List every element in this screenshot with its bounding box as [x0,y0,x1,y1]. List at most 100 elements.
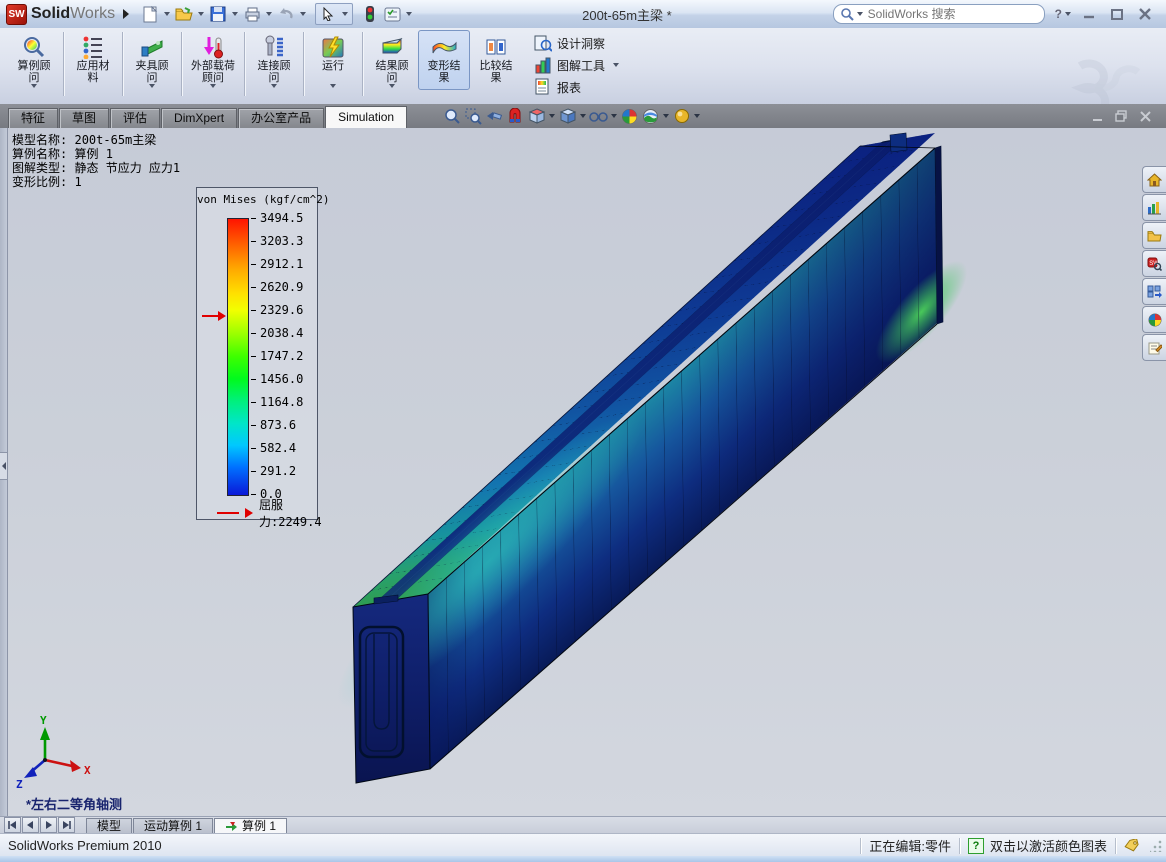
tab-model[interactable]: 模型 [86,818,132,834]
section-view-icon[interactable] [506,107,525,126]
file-explorer-button[interactable] [1142,222,1166,249]
external-loads-caret-icon[interactable] [210,84,216,88]
options-list-icon[interactable] [382,4,402,24]
connections-advisor-caret-icon[interactable] [271,84,277,88]
rebuild-traffic-light-icon[interactable] [360,4,380,24]
previous-view-icon[interactable] [485,107,504,126]
apply-scene-caret-icon[interactable] [663,114,669,118]
view-orientation-icon[interactable] [527,107,546,126]
legend-colorbar[interactable] [227,218,249,496]
print-dropdown-caret-icon[interactable] [266,12,272,16]
legend-tick: 1164.8 [260,395,303,409]
beam-front-face[interactable] [353,594,430,783]
display-style-icon[interactable] [558,107,577,126]
save-icon[interactable] [208,4,228,24]
task-pane-tabs: SW [1142,166,1166,362]
undo-icon[interactable] [276,4,296,24]
appearances-scenes-button[interactable] [1142,306,1166,333]
maximize-button[interactable] [1104,5,1130,23]
solidworks-logo-icon[interactable]: SW [6,4,27,25]
menu-expand-icon[interactable] [123,9,129,19]
study-advisor-button[interactable]: 算例顾问 [8,30,60,90]
view-settings-icon[interactable] [672,107,691,126]
zoom-area-icon[interactable] [464,107,483,126]
report-button[interactable]: 报表 [530,76,626,98]
connections-advisor-button[interactable]: 连接顾问 [248,30,300,90]
apply-material-button[interactable]: 应用材料 [67,30,119,90]
fixtures-advisor-caret-icon[interactable] [149,84,155,88]
doc-close-button[interactable] [1134,107,1156,125]
design-library-button[interactable] [1142,194,1166,221]
yield-marker-arrow-icon [202,311,226,321]
view-orientation-caret-icon[interactable] [549,114,555,118]
plot-tools-button[interactable]: 图解工具 [530,54,626,76]
external-loads-advisor-button[interactable]: 外部载荷顾问 [185,30,241,90]
view-palette-button[interactable] [1142,278,1166,305]
design-insight-button[interactable]: 设计洞察 [530,32,626,54]
options-dropdown-caret-icon[interactable] [406,12,412,16]
tab-sketch[interactable]: 草图 [59,108,109,128]
tab-simulation[interactable]: Simulation [325,106,407,128]
display-style-caret-icon[interactable] [580,114,586,118]
graphics-viewport[interactable]: Y X Z 模型名称: 200t-65m主梁 算例名称: 算例 1 图解类型: … [0,128,1166,816]
doc-minimize-button[interactable] [1086,107,1108,125]
search-box[interactable] [833,4,1045,24]
plot-tools-caret-icon[interactable] [613,63,619,67]
minimize-button[interactable] [1076,5,1102,23]
results-advisor-button[interactable]: 结果顾问 [366,30,418,90]
legend-tick: 2329.6 [260,303,303,317]
search-scope-caret-icon[interactable] [857,12,863,16]
close-button[interactable] [1132,5,1158,23]
tab-study-1[interactable]: 算例 1 [214,818,287,834]
open-dropdown-caret-icon[interactable] [198,12,204,16]
results-advisor-caret-icon[interactable] [389,84,395,88]
sw-search-button[interactable]: SW [1142,250,1166,277]
compare-results-button[interactable]: 比较结果 [470,30,522,90]
undo-dropdown-caret-icon[interactable] [300,12,306,16]
previous-tab-button[interactable] [22,817,39,833]
beam-model[interactable]: Y X Z [0,128,1166,816]
run-button[interactable]: 运行 [307,30,359,90]
run-caret-icon[interactable] [330,84,336,88]
command-manager-ribbon: 算例顾问 应用材料 夹具顾问 外部载荷顾问 连接顾问 [0,28,1166,105]
help-dropdown-caret-icon[interactable] [1065,12,1071,16]
open-document-icon[interactable] [174,4,194,24]
doc-restore-button[interactable] [1110,107,1132,125]
edit-appearance-icon[interactable] [620,107,639,126]
search-input[interactable] [866,6,1038,22]
next-tab-button[interactable] [40,817,57,833]
apply-scene-icon[interactable] [641,107,660,126]
zoom-fit-icon[interactable] [443,107,462,126]
save-dropdown-caret-icon[interactable] [232,12,238,16]
panel-expand-handle[interactable] [0,452,8,480]
document-tab-bar: 模型 运动算例 1 算例 1 [0,816,1166,834]
select-dropdown-caret-icon[interactable] [342,12,348,16]
last-tab-button[interactable] [58,817,75,833]
fixtures-advisor-button[interactable]: 夹具顾问 [126,30,178,90]
hide-show-caret-icon[interactable] [611,114,617,118]
tab-office-products[interactable]: 办公室产品 [238,108,324,128]
resources-home-button[interactable] [1142,166,1166,193]
deformed-result-button[interactable]: 变形结果 [418,30,470,90]
first-tab-button[interactable] [4,817,21,833]
new-dropdown-caret-icon[interactable] [164,12,170,16]
tab-dimxpert[interactable]: DimXpert [161,108,237,128]
view-settings-caret-icon[interactable] [694,114,700,118]
tag-icon[interactable] [1124,839,1140,852]
new-document-icon[interactable] [140,4,160,24]
hide-show-items-icon[interactable] [589,107,608,126]
print-icon[interactable] [242,4,262,24]
select-tool-button[interactable] [315,3,353,25]
quick-tip-help-icon[interactable]: ? [968,838,984,854]
help-button[interactable]: ? [1055,7,1062,21]
study-advisor-caret-icon[interactable] [31,84,37,88]
tab-features[interactable]: 特征 [8,108,58,128]
tab-motion-study[interactable]: 运动算例 1 [133,818,213,834]
tab-evaluate[interactable]: 评估 [110,108,160,128]
title-bar: SW SolidWorks 200t-65m主梁 * [0,0,1166,29]
appearances-sphere-icon [1148,313,1162,327]
resize-grip[interactable] [1150,840,1162,852]
custom-properties-button[interactable] [1142,334,1166,361]
stress-legend[interactable]: von Mises (kgf/cm^2) 3494.5 3203.3 2912.… [196,187,318,520]
beam-side-face[interactable] [336,128,967,816]
